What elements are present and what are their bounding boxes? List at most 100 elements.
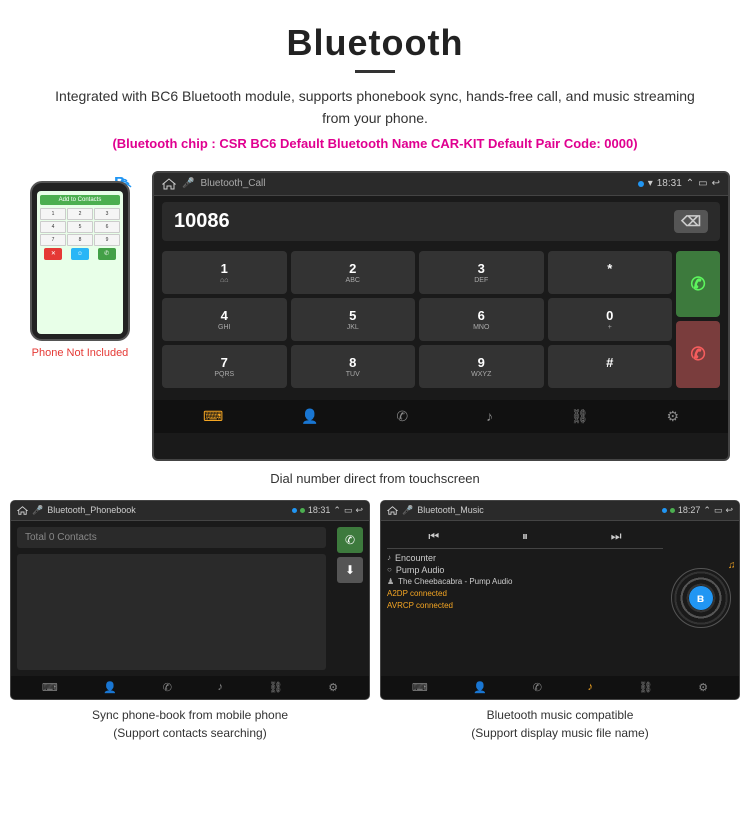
nav-link-icon[interactable]: ⛓: [571, 408, 589, 425]
key-hash[interactable]: #: [548, 345, 673, 388]
music-window-icon: ▭: [714, 505, 723, 516]
music-notes-deco: ♫: [728, 560, 736, 571]
phonebook-nav-music[interactable]: ♪: [218, 681, 224, 694]
music-home-icon: [387, 506, 398, 515]
music-nav-link[interactable]: ⛓: [639, 681, 653, 694]
main-screen-area: ʙ Add to Contacts 1 2 3 4: [0, 171, 750, 461]
dial-expand-icon: ⌃: [686, 178, 694, 189]
phonebook-nav-recent[interactable]: ✆: [163, 681, 172, 694]
phonebook-call-btn[interactable]: ✆: [337, 527, 363, 553]
music-nav-dialpad[interactable]: ⌨: [412, 681, 428, 694]
a2dp-status: A2DP connected: [387, 589, 663, 598]
nav-dialpad-icon[interactable]: ⌨: [203, 408, 223, 425]
phone-call-btn[interactable]: ✆: [98, 248, 116, 260]
prev-track-btn[interactable]: ⏮: [428, 529, 439, 544]
phone-key-9[interactable]: 9: [94, 234, 120, 246]
music-caption-line1: Bluetooth music compatible: [487, 708, 634, 722]
page-title: Bluetooth: [40, 22, 710, 64]
key-6[interactable]: 6MNO: [419, 298, 544, 341]
phone-key-6[interactable]: 6: [94, 221, 120, 233]
dial-backspace-btn[interactable]: ⌫: [674, 210, 708, 233]
music-bt-dot: [662, 508, 667, 513]
phonebook-home-icon: [17, 506, 28, 515]
key-star[interactable]: *: [548, 251, 673, 294]
track-1: ♪ Encounter: [387, 553, 663, 563]
phonebook-nav-link[interactable]: ⛓: [269, 681, 283, 694]
phone-screen-bar: Add to Contacts: [40, 195, 120, 205]
phone-key-4[interactable]: 4: [40, 221, 66, 233]
phone-keypad-grid: 1 2 3 4 5 6 7 8 9: [40, 208, 120, 246]
phonebook-caption-line1: Sync phone-book from mobile phone: [92, 708, 288, 722]
phone-screen: Add to Contacts 1 2 3 4 5 6 7 8 9 ✕: [37, 191, 123, 334]
key-7[interactable]: 7PQRS: [162, 345, 287, 388]
music-bottom-nav: ⌨ 👤 ✆ ♪ ⛓ ⚙: [381, 676, 739, 699]
dial-wifi-icon: ▾: [648, 178, 653, 189]
music-content: ⏮ ⏸ ⏭ ♪ Encounter ○ Pump Audio ♟ The C: [381, 521, 739, 676]
call-button[interactable]: ✆: [676, 251, 720, 318]
nav-contacts-icon[interactable]: 👤: [301, 408, 318, 425]
dial-display: 10086 ⌫: [162, 202, 720, 241]
music-header-right: 18:27 ⌃ ▭ ↩: [662, 505, 733, 516]
music-nav-recent[interactable]: ✆: [533, 681, 542, 694]
phone-key-5[interactable]: 5: [67, 221, 93, 233]
music-right: ʙ ♫: [668, 525, 733, 672]
music-expand-icon: ⌃: [703, 505, 711, 516]
track-3-name: The Cheebacabra - Pump Audio: [398, 577, 512, 586]
phonebook-time: 18:31: [308, 505, 331, 515]
key-8[interactable]: 8TUV: [291, 345, 416, 388]
music-screen-header: 🎤 Bluetooth_Music 18:27 ⌃ ▭ ↩: [381, 501, 739, 521]
key-3[interactable]: 3DEF: [419, 251, 544, 294]
phonebook-expand-icon: ⌃: [333, 505, 341, 516]
phone-end-btn[interactable]: ✕: [44, 248, 62, 260]
music-caption-line2: (Support display music file name): [471, 726, 648, 740]
music-header-left: 🎤 Bluetooth_Music: [387, 505, 484, 516]
dial-screen-header: 🎤 Bluetooth_Call ▾ 18:31 ⌃ ▭ ↩: [154, 173, 728, 196]
phone-key-3[interactable]: 3: [94, 208, 120, 220]
key-1[interactable]: 1⌂⌂: [162, 251, 287, 294]
music-controls: ⏮ ⏸ ⏭: [387, 525, 663, 549]
phone-key-2[interactable]: 2: [67, 208, 93, 220]
key-9[interactable]: 9WXYZ: [419, 345, 544, 388]
key-5[interactable]: 5JKL: [291, 298, 416, 341]
phonebook-nav-settings[interactable]: ⚙: [328, 681, 338, 694]
phonebook-actions: ✆ ⬇: [337, 527, 363, 670]
phonebook-download-btn[interactable]: ⬇: [337, 557, 363, 583]
phone-contact-btn[interactable]: ☺: [71, 248, 89, 260]
contacts-search-placeholder: Total 0 Contacts: [25, 532, 97, 543]
track-1-icon: ♪: [387, 553, 391, 562]
dial-window-icon: ▭: [698, 178, 707, 189]
phonebook-header-left: 🎤 Bluetooth_Phonebook: [17, 505, 136, 516]
nav-settings-icon[interactable]: ⚙: [666, 408, 679, 425]
nav-music-icon[interactable]: ♪: [486, 408, 493, 425]
vinyl-bt-center: ʙ: [689, 586, 713, 610]
phonebook-content: Total 0 Contacts ✆ ⬇: [11, 521, 369, 676]
music-nav-music[interactable]: ♪: [588, 681, 594, 694]
phonebook-nav-dialpad[interactable]: ⌨: [42, 681, 58, 694]
phone-mockup: ʙ Add to Contacts 1 2 3 4: [20, 171, 140, 359]
phone-with-signal: ʙ Add to Contacts 1 2 3 4: [30, 181, 130, 341]
phone-key-7[interactable]: 7: [40, 234, 66, 246]
hangup-button[interactable]: ✆: [676, 321, 720, 388]
key-4[interactable]: 4GHI: [162, 298, 287, 341]
music-nav-contacts[interactable]: 👤: [473, 681, 487, 694]
next-track-btn[interactable]: ⏭: [611, 529, 622, 544]
nav-recent-icon[interactable]: ✆: [396, 408, 408, 425]
phone-bottom-row: ✕ ☺ ✆: [40, 248, 120, 260]
dial-number: 10086: [174, 210, 230, 233]
phone-key-1[interactable]: 1: [40, 208, 66, 220]
dial-header-left: 🎤 Bluetooth_Call: [162, 178, 266, 190]
key-0[interactable]: 0+: [548, 298, 673, 341]
play-pause-btn[interactable]: ⏸: [522, 529, 528, 544]
phone-key-8[interactable]: 8: [67, 234, 93, 246]
home-icon: [162, 178, 176, 190]
avrcp-status: AVRCP connected: [387, 601, 663, 610]
contacts-search[interactable]: Total 0 Contacts: [17, 527, 326, 548]
music-caption: Bluetooth music compatible (Support disp…: [380, 706, 740, 742]
contacts-list: [17, 554, 326, 670]
keypad-area: 1⌂⌂ 2ABC 3DEF * 4GHI 5JKL 6MNO 0+ 7PQRS …: [154, 247, 728, 396]
phonebook-nav-contacts[interactable]: 👤: [103, 681, 117, 694]
track-1-name: Encounter: [395, 553, 436, 563]
dial-time: 18:31: [657, 178, 682, 189]
music-nav-settings[interactable]: ⚙: [698, 681, 708, 694]
key-2[interactable]: 2ABC: [291, 251, 416, 294]
